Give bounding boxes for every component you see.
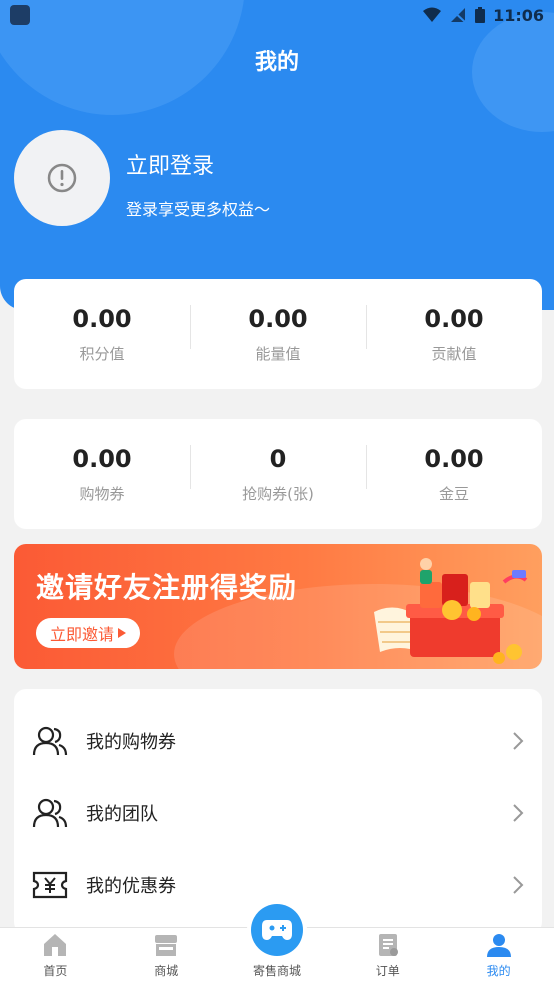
tab-label: 商城 xyxy=(154,964,179,978)
stat-value: 0 xyxy=(269,444,287,473)
user-icon xyxy=(486,934,511,957)
home-icon xyxy=(44,934,67,956)
stat-label: 金豆 xyxy=(438,484,469,503)
gamepad-icon xyxy=(262,920,292,940)
status-time: 11:06 xyxy=(493,5,544,25)
stat-value: 0.00 xyxy=(424,444,484,473)
yen-ticket-icon xyxy=(32,867,68,903)
stat-contribution[interactable]: 0.00 贡献值 xyxy=(366,304,542,364)
stat-value: 0.00 xyxy=(248,304,308,333)
login-link[interactable]: 立即登录 xyxy=(126,148,214,180)
stat-gold-beans[interactable]: 0.00 金豆 xyxy=(366,444,542,504)
tab-store[interactable]: 商城 xyxy=(111,928,222,986)
login-subtitle: 登录享受更多权益～ xyxy=(126,200,271,219)
stat-label: 能量值 xyxy=(255,344,301,363)
menu-item-label: 我的团队 xyxy=(86,804,158,825)
status-indicators: 11:06 xyxy=(423,6,544,25)
gift-box-illustration xyxy=(374,558,528,664)
consignment-store-button[interactable] xyxy=(251,904,303,956)
tab-label: 订单 xyxy=(375,964,400,978)
stat-value: 0.00 xyxy=(424,304,484,333)
battery-icon xyxy=(475,7,486,23)
users-icon xyxy=(32,795,68,831)
tab-label: 寄售商城 xyxy=(252,964,301,978)
page-title: 我的 xyxy=(254,50,299,75)
menu-item-my-team[interactable]: 我的团队 xyxy=(14,777,542,849)
app-notification-icon xyxy=(10,5,30,25)
tab-label: 我的 xyxy=(486,964,511,978)
tab-label: 首页 xyxy=(43,964,68,978)
users-icon xyxy=(32,723,68,759)
stat-value: 0.00 xyxy=(72,444,132,473)
stat-value: 0.00 xyxy=(72,304,132,333)
stat-label: 贡献值 xyxy=(431,344,477,363)
stat-shopping-voucher[interactable]: 0.00 购物券 xyxy=(14,445,190,504)
alert-icon xyxy=(47,163,77,193)
tab-orders[interactable]: 订单 xyxy=(332,928,443,986)
banner-title: 邀请好友注册得奖励 xyxy=(36,571,298,604)
menu-item-label: 我的购物券 xyxy=(86,732,176,753)
stat-label: 购物券 xyxy=(79,484,125,503)
chevron-right-icon xyxy=(513,732,524,750)
chevron-right-icon xyxy=(513,804,524,822)
play-arrow-icon xyxy=(118,628,127,638)
wifi-icon xyxy=(423,7,442,22)
avatar[interactable] xyxy=(14,130,110,226)
menu-card: 我的购物券 我的团队 我的优惠券 xyxy=(14,689,542,934)
chevron-right-icon xyxy=(513,876,524,894)
order-icon xyxy=(378,934,398,956)
primary-stats-card: 0.00 积分值 0.00 能量值 0.00 贡献值 xyxy=(14,279,542,389)
invite-banner[interactable]: 邀请好友注册得奖励 立即邀请 xyxy=(14,544,542,669)
tab-home[interactable]: 首页 xyxy=(0,928,111,986)
store-icon xyxy=(155,935,178,956)
stat-label: 积分值 xyxy=(79,344,125,363)
menu-item-my-shopping-vouchers[interactable]: 我的购物券 xyxy=(14,705,542,777)
signal-icon xyxy=(450,8,466,23)
stat-label: 抢购券(张) xyxy=(242,484,314,503)
tab-mine[interactable]: 我的 xyxy=(443,928,554,986)
secondary-stats-card: 0.00 购物券 0 抢购券(张) 0.00 金豆 xyxy=(14,419,542,529)
menu-item-label: 我的优惠券 xyxy=(86,876,176,897)
stat-points[interactable]: 0.00 积分值 xyxy=(14,305,190,364)
status-bar: 11:06 xyxy=(0,0,554,30)
invite-button[interactable]: 立即邀请 xyxy=(36,618,141,648)
stat-flash-coupon[interactable]: 0 抢购券(张) xyxy=(190,444,366,504)
stat-energy[interactable]: 0.00 能量值 xyxy=(190,304,366,364)
invite-button-label: 立即邀请 xyxy=(50,625,115,644)
